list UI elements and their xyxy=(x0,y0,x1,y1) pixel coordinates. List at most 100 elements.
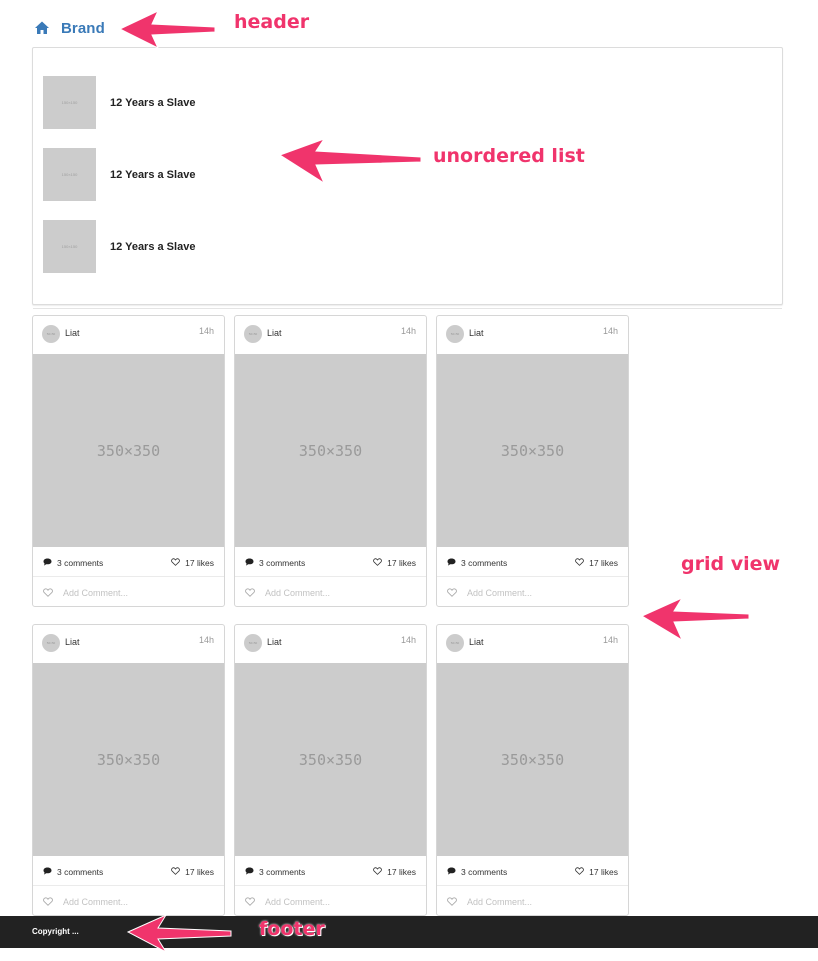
add-comment-input[interactable] xyxy=(467,585,617,601)
post-image[interactable]: 350×350 xyxy=(437,663,628,856)
brand-link[interactable]: Brand xyxy=(61,20,105,37)
avatar[interactable]: 50×50 xyxy=(446,634,464,652)
post-time: 14h xyxy=(400,635,416,645)
add-comment-input[interactable] xyxy=(467,894,617,910)
like-heart-icon[interactable] xyxy=(245,588,255,597)
post-image[interactable]: 350×350 xyxy=(33,663,224,856)
likes-count: 17 likes xyxy=(185,867,214,877)
comment-icon[interactable] xyxy=(43,558,52,566)
user-name[interactable]: Liat xyxy=(267,637,282,647)
like-heart-icon[interactable] xyxy=(245,897,255,906)
list-item[interactable]: 150×150 12 Years a Slave xyxy=(43,76,195,129)
annotation-grid-label: grid view xyxy=(681,553,781,575)
post-card[interactable]: 50×50 Liat 14h 350×350 3 comments 17 likes xyxy=(234,315,427,607)
likes-count: 17 likes xyxy=(185,558,214,568)
post-card[interactable]: 50×50 Liat 14h 350×350 3 comments 17 likes xyxy=(436,315,629,607)
add-comment-row xyxy=(33,577,224,606)
list-item[interactable]: 150×150 12 Years a Slave xyxy=(43,148,195,201)
post-image[interactable]: 350×350 xyxy=(235,663,426,856)
heart-icon[interactable] xyxy=(171,867,180,875)
card-stats: 3 comments 17 likes xyxy=(235,856,426,886)
post-time: 14h xyxy=(602,635,618,645)
avatar-placeholder-text: 50×50 xyxy=(46,641,56,645)
heart-icon[interactable] xyxy=(171,558,180,566)
annotation-arrow-footer xyxy=(126,913,232,954)
user-name[interactable]: Liat xyxy=(267,328,282,338)
thumbnail-placeholder-text: 150×150 xyxy=(61,244,78,249)
annotation-footer-label: footer xyxy=(259,918,325,940)
likes-count: 17 likes xyxy=(387,558,416,568)
card-header: 50×50 Liat 14h xyxy=(235,316,426,354)
post-card[interactable]: 50×50 Liat 14h 350×350 3 comments 17 likes xyxy=(234,624,427,916)
post-image[interactable]: 350×350 xyxy=(437,354,628,547)
list-thumbnail: 150×150 xyxy=(43,220,96,273)
comments-count[interactable]: 3 comments xyxy=(57,867,103,877)
post-card[interactable]: 50×50 Liat 14h 350×350 3 comments 17 likes xyxy=(436,624,629,916)
post-card[interactable]: 50×50 Liat 14h 350×350 3 comments 17 likes xyxy=(32,315,225,607)
like-heart-icon[interactable] xyxy=(447,588,457,597)
comments-count[interactable]: 3 comments xyxy=(259,558,305,568)
annotation-arrow-header xyxy=(118,9,216,50)
comment-icon[interactable] xyxy=(245,867,254,875)
avatar[interactable]: 50×50 xyxy=(244,634,262,652)
heart-icon[interactable] xyxy=(575,867,584,875)
post-time: 14h xyxy=(198,635,214,645)
avatar[interactable]: 50×50 xyxy=(244,325,262,343)
comments-count[interactable]: 3 comments xyxy=(461,558,507,568)
avatar-placeholder-text: 50×50 xyxy=(450,332,460,336)
post-time: 14h xyxy=(198,326,214,336)
post-time: 14h xyxy=(400,326,416,336)
list-item[interactable]: 150×150 12 Years a Slave xyxy=(43,220,195,273)
add-comment-input[interactable] xyxy=(63,894,213,910)
comment-icon[interactable] xyxy=(447,558,456,566)
avatar[interactable]: 50×50 xyxy=(42,325,60,343)
heart-icon[interactable] xyxy=(575,558,584,566)
user-name[interactable]: Liat xyxy=(469,328,484,338)
comments-count[interactable]: 3 comments xyxy=(461,867,507,877)
add-comment-row xyxy=(437,577,628,606)
card-stats: 3 comments 17 likes xyxy=(437,547,628,577)
post-card[interactable]: 50×50 Liat 14h 350×350 3 comments 17 likes xyxy=(32,624,225,916)
heart-icon[interactable] xyxy=(373,867,382,875)
annotation-list-label: unordered list xyxy=(433,145,585,167)
like-heart-icon[interactable] xyxy=(447,897,457,906)
add-comment-input[interactable] xyxy=(265,894,415,910)
add-comment-row xyxy=(437,886,628,915)
add-comment-row xyxy=(235,577,426,606)
comments-count[interactable]: 3 comments xyxy=(259,867,305,877)
user-name[interactable]: Liat xyxy=(65,637,80,647)
thumbnail-placeholder-text: 150×150 xyxy=(61,172,78,177)
heart-icon[interactable] xyxy=(373,558,382,566)
add-comment-input[interactable] xyxy=(63,585,213,601)
comment-icon[interactable] xyxy=(245,558,254,566)
likes-count: 17 likes xyxy=(589,558,618,568)
comments-count[interactable]: 3 comments xyxy=(57,558,103,568)
annotation-header-label: header xyxy=(234,11,310,33)
like-heart-icon[interactable] xyxy=(43,897,53,906)
post-image[interactable]: 350×350 xyxy=(33,354,224,547)
card-stats: 3 comments 17 likes xyxy=(33,547,224,577)
image-placeholder-text: 350×350 xyxy=(500,441,565,460)
post-image[interactable]: 350×350 xyxy=(235,354,426,547)
user-name[interactable]: Liat xyxy=(469,637,484,647)
post-time: 14h xyxy=(602,326,618,336)
list-item-title: 12 Years a Slave xyxy=(110,96,196,109)
likes-count: 17 likes xyxy=(387,867,416,877)
card-header: 50×50 Liat 14h xyxy=(437,316,628,354)
card-header: 50×50 Liat 14h xyxy=(33,316,224,354)
image-placeholder-text: 350×350 xyxy=(298,441,363,460)
avatar[interactable]: 50×50 xyxy=(446,325,464,343)
comment-icon[interactable] xyxy=(447,867,456,875)
copyright-text: Copyright ... xyxy=(32,927,79,936)
like-heart-icon[interactable] xyxy=(43,588,53,597)
comment-icon[interactable] xyxy=(43,867,52,875)
thumbnail-placeholder-text: 150×150 xyxy=(61,100,78,105)
avatar-placeholder-text: 50×50 xyxy=(248,332,258,336)
home-icon[interactable] xyxy=(34,20,50,36)
avatar-placeholder-text: 50×50 xyxy=(450,641,460,645)
card-header: 50×50 Liat 14h xyxy=(33,625,224,663)
add-comment-input[interactable] xyxy=(265,585,415,601)
image-placeholder-text: 350×350 xyxy=(298,750,363,769)
avatar[interactable]: 50×50 xyxy=(42,634,60,652)
user-name[interactable]: Liat xyxy=(65,328,80,338)
